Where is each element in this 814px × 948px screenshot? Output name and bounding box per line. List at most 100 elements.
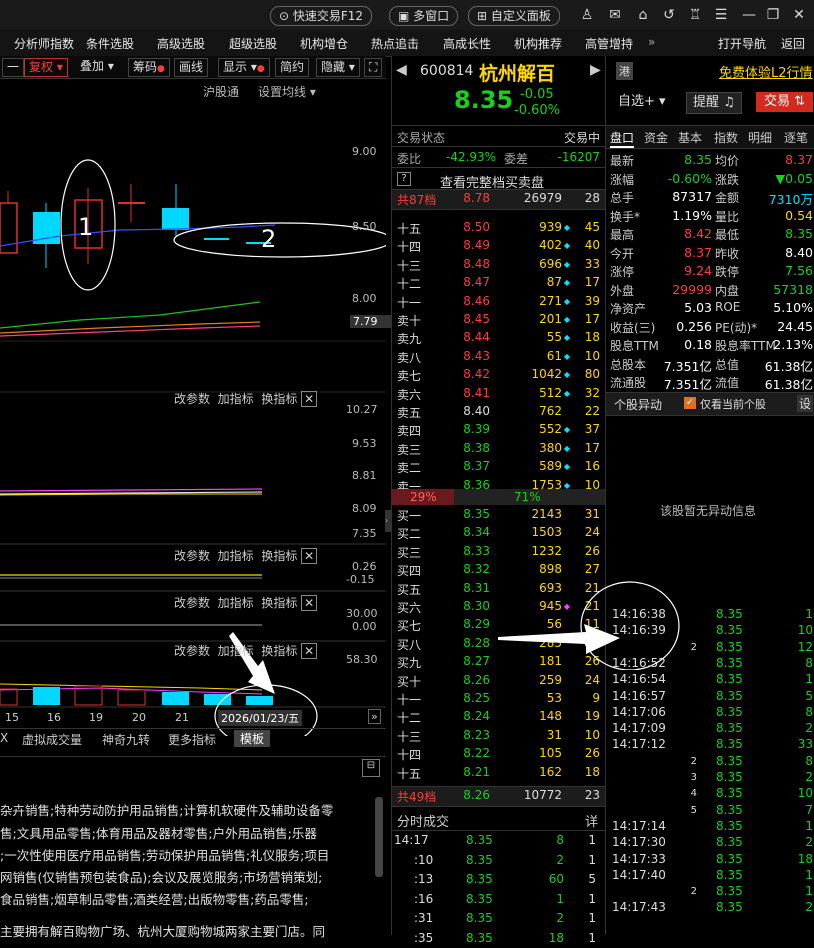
tab-virtual-volume[interactable]: 虚拟成交量 xyxy=(22,731,82,748)
menu-advanced-select[interactable]: 高级选股 xyxy=(157,35,205,52)
tab-funds[interactable]: 资金 xyxy=(644,129,668,146)
ticks-detail-button[interactable]: 详 xyxy=(585,811,598,830)
menu-high-growth[interactable]: 高成长性 xyxy=(443,35,491,52)
menu-exec-increase[interactable]: 高管增持 xyxy=(585,35,633,52)
chips-button[interactable]: 筹码● xyxy=(128,58,170,77)
bid-price: 8.34 xyxy=(463,525,490,539)
menu-condition-select[interactable]: 条件选股 xyxy=(86,35,134,52)
menu-hot-chase[interactable]: 热点追击 xyxy=(371,35,419,52)
menu-more-icon[interactable]: » xyxy=(648,35,655,49)
bid-row[interactable]: 十四8.2210526 xyxy=(392,745,606,763)
overlay-button[interactable]: 叠加 ▾ xyxy=(80,58,114,75)
hide-button[interactable]: 隐藏 ▾ xyxy=(316,58,360,77)
watchlist-button[interactable]: 自选+ ▾ xyxy=(614,92,670,112)
prev-stock-icon[interactable]: ◀ xyxy=(396,62,407,78)
bid-row[interactable]: 十三8.233110 xyxy=(392,727,606,745)
pin-panel-icon[interactable]: ⊟ xyxy=(362,759,380,777)
simple-button[interactable]: 简约 xyxy=(275,58,309,77)
ask-row[interactable]: 卖八8.436110◆ xyxy=(392,348,606,366)
mail-icon[interactable]: ✉ xyxy=(606,6,624,24)
fullscreen-icon[interactable]: ⛶ xyxy=(364,58,382,77)
only-current-checkbox[interactable]: ✓ xyxy=(684,397,696,409)
tab-more-indicators[interactable]: 更多指标 xyxy=(168,731,216,748)
ask-row[interactable]: 卖九8.445518◆ xyxy=(392,329,606,347)
menu-analyst-index[interactable]: 分析师指数 xyxy=(14,35,74,52)
menu-back[interactable]: 返回 xyxy=(781,35,805,52)
switch-indicator-button[interactable]: 换指标 xyxy=(261,596,297,610)
tick-volume: 8 xyxy=(556,833,564,847)
minimize-icon[interactable]: — xyxy=(740,6,758,24)
l2-trial-link[interactable]: 免费体验L2行情 xyxy=(719,62,813,81)
trade-button[interactable]: 交易 ⇅ xyxy=(756,92,813,112)
tab-basics[interactable]: 基本 xyxy=(678,129,702,146)
change-params-button[interactable]: 改参数 xyxy=(174,596,210,610)
back-icon[interactable]: ↺ xyxy=(660,6,678,24)
full-book-row[interactable]: ? 查看完整档买卖盘 xyxy=(392,167,606,190)
add-indicator-button[interactable]: 加指标 xyxy=(218,549,254,563)
description-scrollbar[interactable] xyxy=(375,797,383,877)
ask-row[interactable]: 卖三8.3838017◆ xyxy=(392,440,606,458)
display-button[interactable]: 显示 ▾● xyxy=(218,58,270,77)
ask-row[interactable]: 十三8.4869633◆ xyxy=(392,256,606,274)
menu-super-select[interactable]: 超级选股 xyxy=(229,35,277,52)
bid-row[interactable]: 买十8.2625924 xyxy=(392,672,606,690)
close-icon[interactable]: ✕ xyxy=(790,6,808,24)
ask-row[interactable]: 卖二8.3758916◆ xyxy=(392,458,606,476)
ask-row[interactable]: 卖十8.4520117◆ xyxy=(392,311,606,329)
ask-row[interactable]: 十二8.478717◆ xyxy=(392,274,606,292)
bid-row[interactable]: 买一8.35214331 xyxy=(392,506,606,524)
menu-open-nav[interactable]: 打开导航 xyxy=(718,35,766,52)
bid-row[interactable]: 十二8.2414819 xyxy=(392,708,606,726)
ask-row[interactable]: 卖五8.4076222 xyxy=(392,403,606,421)
menu-inst-increase[interactable]: 机构增仓 xyxy=(300,35,348,52)
tab-tick-by-tick[interactable]: 逐笔 xyxy=(784,129,808,146)
add-indicator-button[interactable]: 加指标 xyxy=(218,596,254,610)
custom-panel-button[interactable]: ⊞ 自定义面板 xyxy=(468,6,560,26)
restore-icon[interactable]: ❐ xyxy=(764,6,782,24)
add-indicator-button[interactable]: 加指标 xyxy=(218,644,254,658)
switch-indicator-button[interactable]: 换指标 xyxy=(261,644,297,658)
order-dot-icon: ◆ xyxy=(564,370,570,379)
ask-row[interactable]: 卖四8.3955237◆ xyxy=(392,421,606,439)
tab-index[interactable]: 指数 xyxy=(714,129,738,146)
change-params-button[interactable]: 改参数 xyxy=(174,644,210,658)
user-icon[interactable]: ♙ xyxy=(578,6,596,24)
scroll-right-icon[interactable]: » xyxy=(368,709,381,724)
bid-row[interactable]: 十五8.2116218 xyxy=(392,764,606,782)
switch-indicator-button[interactable]: 换指标 xyxy=(261,549,297,563)
menu-icon[interactable]: ☰ xyxy=(712,6,730,24)
bid-row[interactable]: 买二8.34150324 xyxy=(392,524,606,542)
tab-x[interactable]: X xyxy=(0,731,8,745)
anomaly-settings-button[interactable]: 设 xyxy=(797,395,813,412)
multi-window-button[interactable]: ▣ 多窗口 xyxy=(389,6,458,26)
close-indicator-icon[interactable]: ✕ xyxy=(301,595,317,611)
ask-row[interactable]: 十四8.4940240◆ xyxy=(392,237,606,255)
menu-inst-recommend[interactable]: 机构推荐 xyxy=(514,35,562,52)
alert-button[interactable]: 提醒 ♫ xyxy=(686,92,742,114)
tab-handicap[interactable]: 盘口 xyxy=(610,129,634,148)
home-icon[interactable]: ⌂ xyxy=(634,6,652,24)
quick-trade-button[interactable]: ⊙ 快速交易F12 xyxy=(270,6,372,26)
draw-line-button[interactable]: 画线 xyxy=(174,58,208,77)
close-indicator-icon[interactable]: ✕ xyxy=(301,548,317,564)
tab-template[interactable]: 模板 xyxy=(234,730,270,747)
next-stock-icon[interactable]: ▶ xyxy=(590,62,601,78)
ask-row[interactable]: 卖六8.4151232◆ xyxy=(392,385,606,403)
ask-row[interactable]: 十一8.4627139◆ xyxy=(392,293,606,311)
close-indicator-icon[interactable]: ✕ xyxy=(301,643,317,659)
close-indicator-icon[interactable]: ✕ xyxy=(301,391,317,407)
ask-row[interactable]: 十五8.5093945◆ xyxy=(392,219,606,237)
ask-row[interactable]: 卖七8.42104280◆ xyxy=(392,366,606,384)
bid-row[interactable]: 买三8.33123226 xyxy=(392,543,606,561)
bid-row[interactable]: 买四8.3289827 xyxy=(392,561,606,579)
add-indicator-button[interactable]: 加指标 xyxy=(218,392,254,406)
chart-tool-dash[interactable]: 一 xyxy=(2,58,24,77)
change-params-button[interactable]: 改参数 xyxy=(174,549,210,563)
tab-detail[interactable]: 明细 xyxy=(748,129,772,146)
tab-magic-nine[interactable]: 神奇九转 xyxy=(102,731,150,748)
adjust-button[interactable]: 复权 ▾ xyxy=(24,58,68,77)
switch-indicator-button[interactable]: 换指标 xyxy=(261,392,297,406)
bid-row[interactable]: 十一8.25539 xyxy=(392,690,606,708)
change-params-button[interactable]: 改参数 xyxy=(174,392,210,406)
shirt-icon[interactable]: ♖ xyxy=(686,6,704,24)
